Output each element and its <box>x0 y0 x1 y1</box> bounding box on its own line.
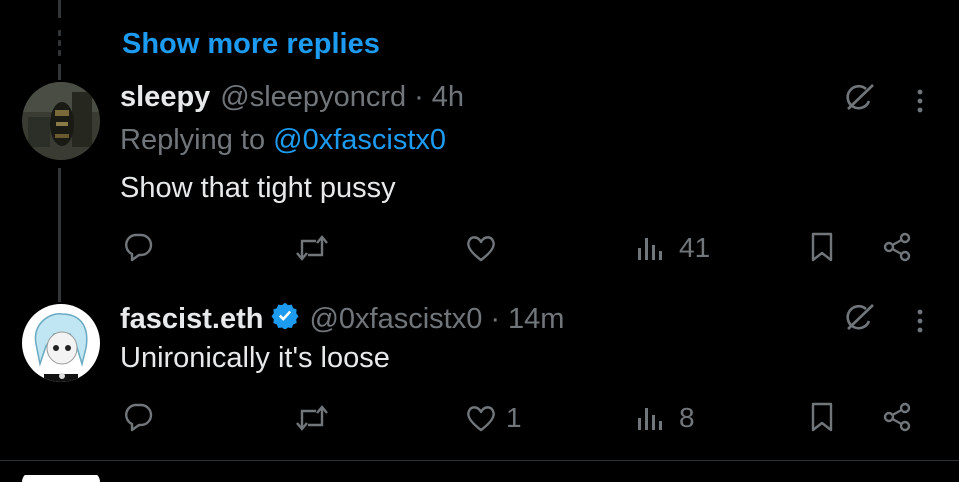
bookmark-icon[interactable] <box>810 402 834 432</box>
thread-dot <box>58 40 61 46</box>
views-icon[interactable] <box>636 404 664 432</box>
tweet-text: Show that tight pussy <box>120 172 396 204</box>
replying-to: Replying to @0xfascistx0 <box>120 124 446 157</box>
separator: · <box>414 80 424 113</box>
replying-to-handle[interactable]: @0xfascistx0 <box>273 124 446 156</box>
like-count[interactable]: 1 <box>506 402 522 434</box>
timestamp[interactable]: 14m <box>508 303 564 336</box>
timestamp[interactable]: 4h <box>432 81 464 114</box>
separator: · <box>490 302 501 335</box>
grok-icon[interactable] <box>842 82 876 112</box>
reply-icon[interactable] <box>122 231 154 263</box>
avatar[interactable] <box>22 82 100 160</box>
user-handle[interactable]: @0xfascistx0 <box>309 303 482 336</box>
tweet-header: fascist.eth @0xfascistx0 · 14m <box>120 302 564 336</box>
like-icon[interactable] <box>465 403 497 433</box>
display-name[interactable]: fascist.eth <box>120 303 263 336</box>
verified-badge-icon <box>263 301 299 337</box>
like-icon[interactable] <box>465 233 497 263</box>
replying-prefix: Replying to <box>120 124 266 156</box>
more-icon[interactable] <box>914 308 926 334</box>
avatar[interactable] <box>22 304 100 382</box>
thread-line-connector <box>58 168 61 302</box>
show-more-replies-link[interactable]: Show more replies <box>122 28 380 61</box>
share-icon[interactable] <box>882 402 912 432</box>
thread-dot <box>58 30 61 36</box>
display-name[interactable]: sleepy <box>120 81 210 114</box>
bookmark-icon[interactable] <box>810 232 834 262</box>
thread-line-top <box>58 0 61 18</box>
share-icon[interactable] <box>882 232 912 262</box>
more-icon[interactable] <box>914 88 926 114</box>
thread-line-mid <box>58 64 61 80</box>
thread-dot <box>58 50 61 56</box>
views-count[interactable]: 41 <box>679 232 710 264</box>
tweet-text: Unironically it's loose <box>120 342 390 374</box>
reply-icon[interactable] <box>122 401 154 433</box>
avatar[interactable] <box>22 472 100 482</box>
retweet-icon[interactable] <box>294 403 330 433</box>
retweet-icon[interactable] <box>294 233 330 263</box>
tweet-divider <box>0 460 959 461</box>
grok-icon[interactable] <box>842 302 876 332</box>
views-count[interactable]: 8 <box>679 402 695 434</box>
user-handle[interactable]: @sleepyoncrd <box>220 81 406 114</box>
tweet-header: sleepy @sleepyoncrd · 4h <box>120 80 464 114</box>
views-icon[interactable] <box>636 234 664 262</box>
